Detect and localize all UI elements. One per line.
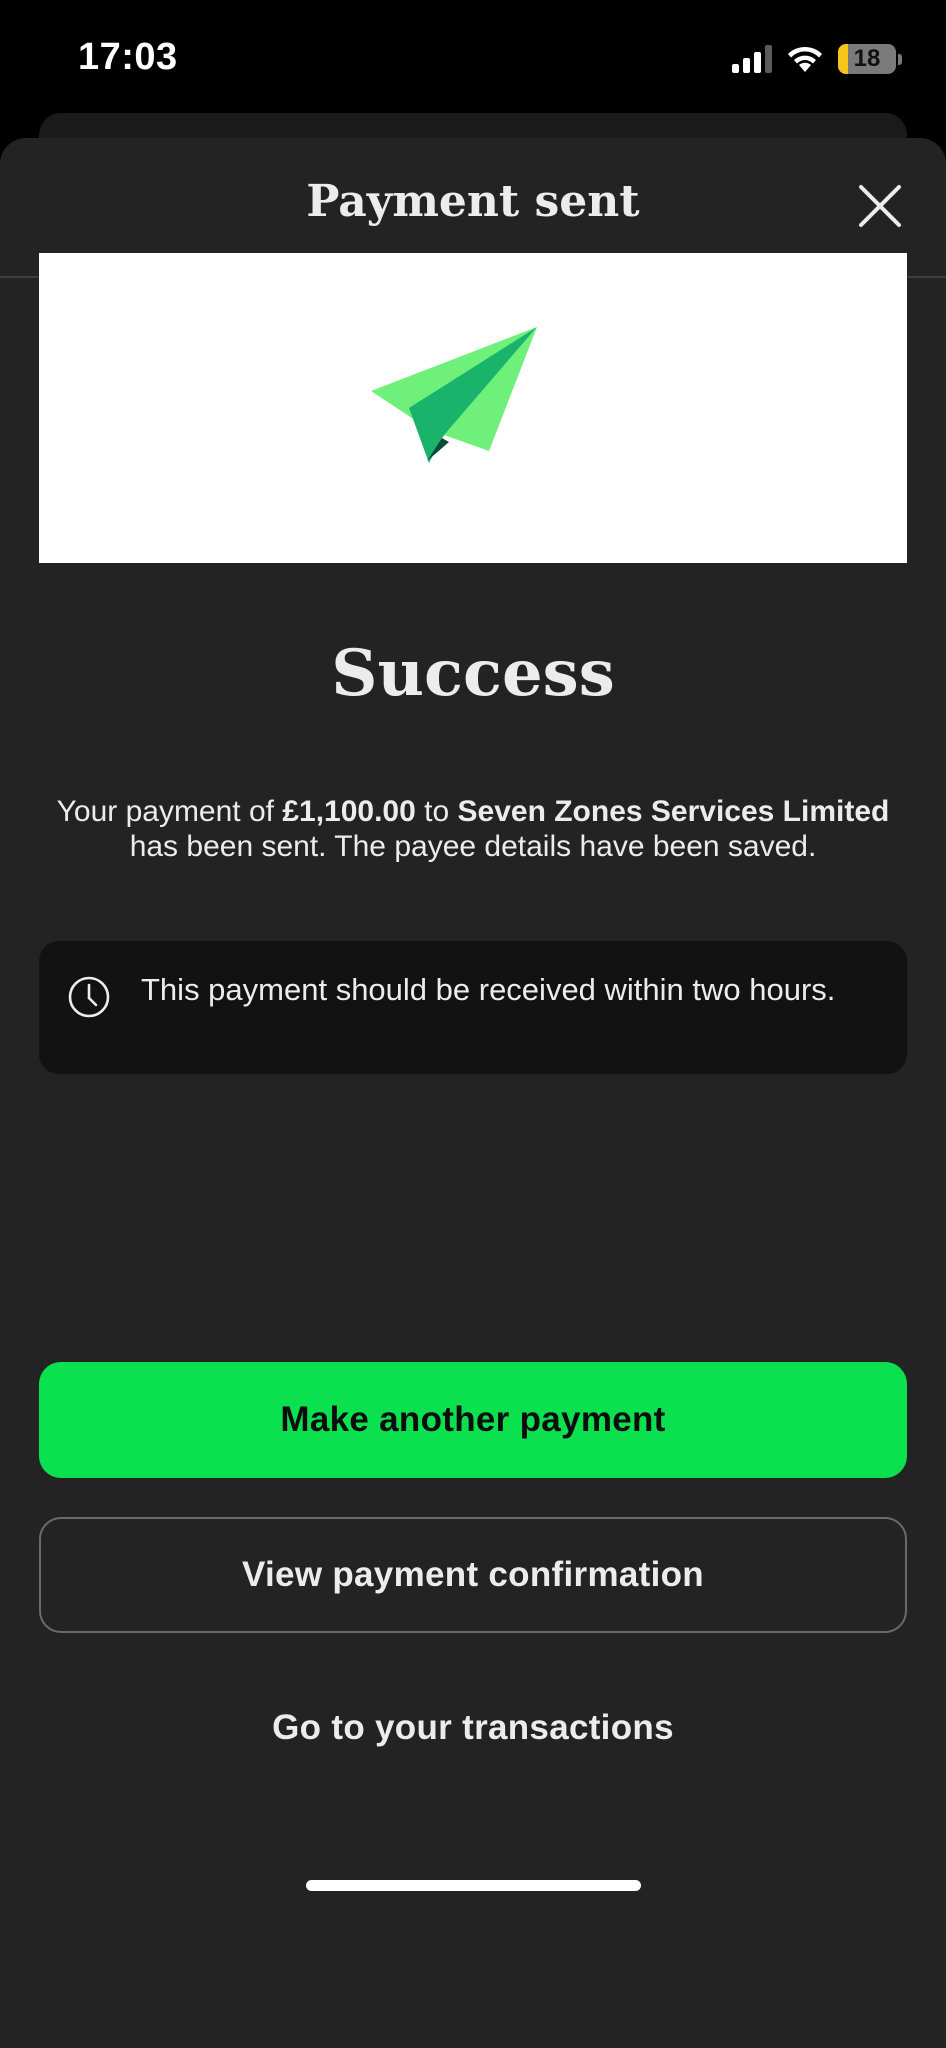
close-icon (859, 185, 901, 227)
status-icons: 18 (732, 42, 902, 76)
battery-icon: 18 (838, 44, 896, 74)
go-to-transactions-link[interactable]: Go to your transactions (0, 1708, 946, 1748)
info-box: This payment should be received within t… (39, 941, 907, 1074)
battery-nub (898, 53, 902, 65)
make-another-payment-button[interactable]: Make another payment (39, 1362, 907, 1478)
cellular-signal-icon (732, 45, 772, 73)
close-button[interactable] (852, 178, 908, 234)
message-suffix: has been sent. The payee details have be… (129, 830, 817, 863)
status-bar: 17:03 18 (0, 0, 946, 120)
message-mid: to (415, 795, 458, 828)
payee-name: Seven Zones Services Limited (457, 795, 890, 828)
home-indicator (306, 1880, 641, 1891)
battery-fill (838, 44, 849, 74)
page-title: Payment sent (306, 176, 640, 227)
battery-level: 18 (853, 45, 881, 72)
message-prefix: Your payment of (56, 795, 283, 828)
clock-icon (68, 976, 110, 1018)
payment-amount: £1,100.00 (282, 795, 416, 828)
info-text: This payment should be received within t… (141, 972, 836, 1007)
paper-plane-icon (371, 327, 537, 463)
wifi-icon (788, 46, 822, 72)
payment-message: Your payment of £1,100.00 to Seven Zones… (39, 794, 907, 864)
status-time: 17:03 (78, 36, 178, 78)
success-heading: Success (331, 636, 615, 711)
view-payment-confirmation-button[interactable]: View payment confirmation (39, 1517, 907, 1633)
success-illustration (39, 253, 907, 563)
